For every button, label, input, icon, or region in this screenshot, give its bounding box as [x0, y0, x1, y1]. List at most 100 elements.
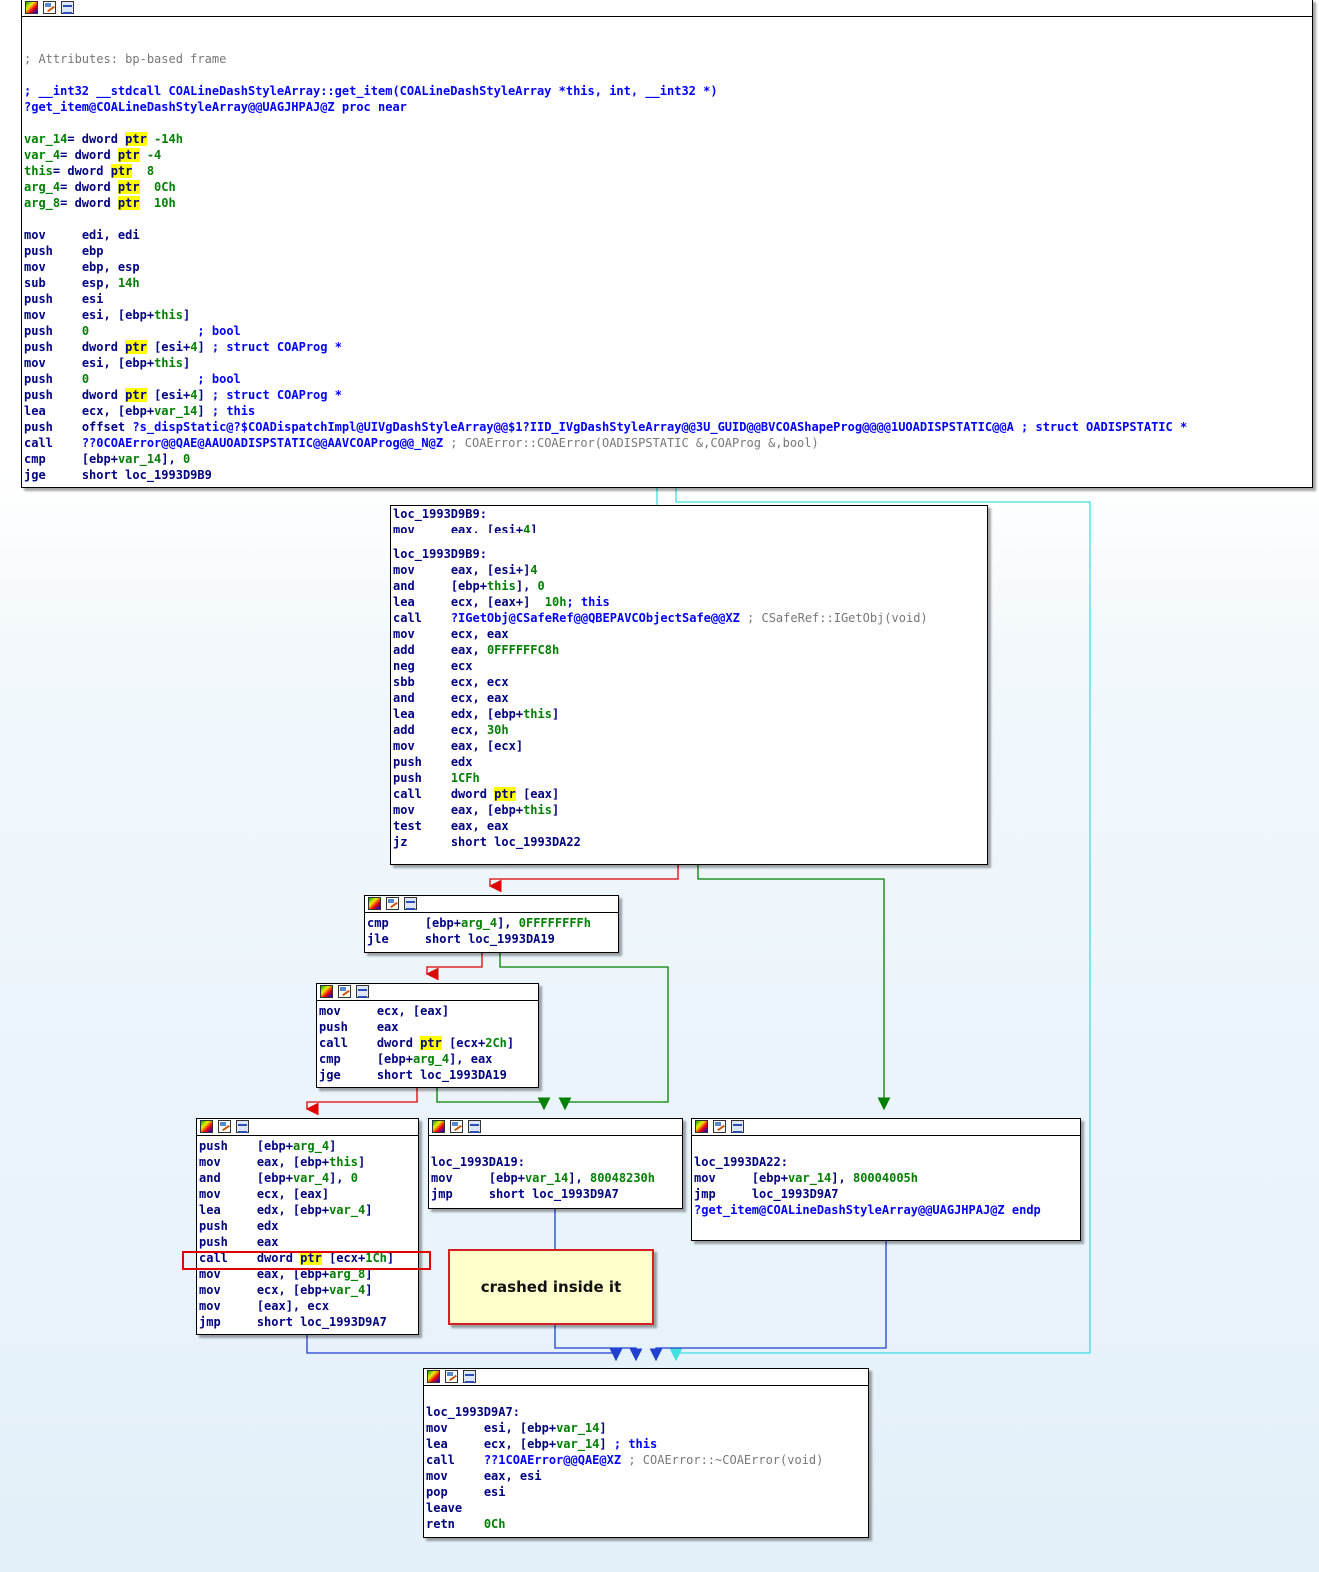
edit-icon[interactable] — [43, 1, 56, 14]
instruction-line[interactable]: jge short loc_1993D9B9 — [24, 467, 1310, 483]
instruction-line[interactable]: mov edi, edi — [24, 227, 1310, 243]
collapse-icon[interactable] — [463, 1370, 476, 1383]
instruction-line[interactable]: mov eax, [ecx] — [393, 738, 985, 754]
instruction-line[interactable]: mov ecx, [eax] — [199, 1186, 416, 1202]
collapse-icon[interactable] — [404, 897, 417, 910]
edit-icon[interactable] — [386, 897, 399, 910]
instruction-line[interactable]: lea ecx, [eax+] 10h; this — [393, 594, 985, 610]
instruction-line[interactable]: mov esi, [ebp+this] — [24, 355, 1310, 371]
graph-color-icon[interactable] — [25, 1, 38, 14]
graph-color-icon[interactable] — [368, 897, 381, 910]
instruction-line[interactable]: push edx — [393, 754, 985, 770]
instruction-line[interactable]: mov ecx, eax — [393, 626, 985, 642]
block-call-vtbl-2Ch[interactable]: mov ecx, [eax] push eax call dword ptr [ec… — [316, 983, 539, 1088]
collapse-icon[interactable] — [236, 1120, 249, 1133]
instruction-line[interactable]: jmp loc_1993D9A7 — [694, 1186, 1078, 1202]
block-loc_1993D9B9[interactable]: loc_1993D9B9: mov eax, [esi+4] loc_1993D… — [390, 505, 988, 865]
instruction-line[interactable]: mov eax, [ebp+this] — [199, 1154, 416, 1170]
collapse-icon[interactable] — [468, 1120, 481, 1133]
instruction-line[interactable]: push eax — [319, 1019, 536, 1035]
code-label[interactable]: loc_1993DA22: — [694, 1154, 1078, 1170]
instruction-line[interactable]: neg ecx — [393, 658, 985, 674]
instruction-line[interactable]: jmp short loc_1993D9A7 — [431, 1186, 680, 1202]
instruction-line[interactable]: lea ecx, [ebp+var_14] ; this — [426, 1436, 866, 1452]
instruction-line[interactable]: mov esi, [ebp+var_14] — [426, 1420, 866, 1436]
block-loc_1993DA22[interactable]: loc_1993DA22: mov [ebp+var_14], 80004005h… — [691, 1118, 1081, 1241]
edit-icon[interactable] — [713, 1120, 726, 1133]
instruction-line[interactable]: mov ecx, [eax] — [319, 1003, 536, 1019]
code-line[interactable]: var_4= dword ptr -4 — [24, 147, 1310, 163]
instruction-line[interactable]: retn 0Ch — [426, 1516, 866, 1532]
instruction-line[interactable]: leave — [426, 1500, 866, 1516]
instruction-line[interactable]: mov [ebp+var_14], 80004005h — [694, 1170, 1078, 1186]
instruction-line[interactable]: lea ecx, [ebp+var_14] ; this — [24, 403, 1310, 419]
instruction-line[interactable]: jmp short loc_1993D9A7 — [199, 1314, 416, 1330]
instruction-line[interactable]: cmp [ebp+var_14], 0 — [24, 451, 1310, 467]
instruction-line[interactable]: call ??1COAError@@QAE@XZ ; COAError::~CO… — [426, 1452, 866, 1468]
instruction-line[interactable]: push dword ptr [esi+4] ; struct COAProg … — [24, 387, 1310, 403]
instruction-line[interactable]: jge short loc_1993DA19 — [319, 1067, 536, 1083]
instruction-line[interactable]: push dword ptr [esi+4] ; struct COAProg … — [24, 339, 1310, 355]
instruction-line[interactable]: call dword ptr [eax] — [393, 786, 985, 802]
instruction-line[interactable]: and [ebp+this], 0 — [393, 578, 985, 594]
collapse-icon[interactable] — [356, 985, 369, 998]
instruction-line[interactable]: and [ebp+var_4], 0 — [199, 1170, 416, 1186]
instruction-line[interactable]: call ??0COAError@@QAE@AAUOADISPSTATIC@@A… — [24, 435, 1310, 451]
block-call-vtbl-1Ch[interactable]: push [ebp+arg_4] mov eax, [ebp+this] and [… — [196, 1118, 419, 1335]
instruction-line[interactable]: mov eax, [ebp+this] — [393, 802, 985, 818]
graph-color-icon[interactable] — [427, 1370, 440, 1383]
instruction-line[interactable]: cmp [ebp+arg_4], 0FFFFFFFFh — [367, 915, 616, 931]
instruction-line[interactable]: push ebp — [24, 243, 1310, 259]
block-loc_1993D9A7[interactable]: loc_1993D9A7: mov esi, [ebp+var_14] lea ec… — [423, 1368, 869, 1538]
instruction-line[interactable]: call ?IGetObj@CSafeRef@@QBEPAVCObjectSaf… — [393, 610, 985, 626]
graph-color-icon[interactable] — [695, 1120, 708, 1133]
code-label[interactable]: loc_1993D9A7: — [426, 1404, 866, 1420]
instruction-line[interactable]: mov eax, esi — [426, 1468, 866, 1484]
instruction-line[interactable]: mov eax, [esi+]4 — [393, 562, 985, 578]
instruction-line[interactable]: add eax, 0FFFFFFC8h — [393, 642, 985, 658]
instruction-line[interactable]: mov ebp, esp — [24, 259, 1310, 275]
instruction-line[interactable]: push 0 ; bool — [24, 323, 1310, 339]
block-loc_1993DA19[interactable]: loc_1993DA19: mov [ebp+var_14], 80048230h… — [428, 1118, 683, 1209]
instruction-line[interactable]: pop esi — [426, 1484, 866, 1500]
code-line[interactable]: arg_8= dword ptr 10h — [24, 195, 1310, 211]
code-line[interactable]: this= dword ptr 8 — [24, 163, 1310, 179]
code-line[interactable]: ; __int32 __stdcall COALineDashStyleArra… — [24, 83, 1310, 99]
entry-block[interactable]: ; Attributes: bp-based frame ; __int32 __… — [21, 0, 1313, 488]
collapse-icon[interactable] — [731, 1120, 744, 1133]
instruction-line[interactable]: push [ebp+arg_4] — [199, 1138, 416, 1154]
instruction-line[interactable]: call dword ptr [ecx+2Ch] — [319, 1035, 536, 1051]
instruction-line[interactable]: sub esp, 14h — [24, 275, 1310, 291]
instruction-line[interactable]: mov esi, [ebp+this] — [24, 307, 1310, 323]
instruction-line[interactable]: and ecx, eax — [393, 690, 985, 706]
code-line[interactable]: var_14= dword ptr -14h — [24, 131, 1310, 147]
graph-color-icon[interactable] — [432, 1120, 445, 1133]
graph-color-icon[interactable] — [200, 1120, 213, 1133]
instruction-line[interactable]: push esi — [24, 291, 1310, 307]
instruction-line[interactable]: push offset ?s_dispStatic@?$COADispatchI… — [24, 419, 1310, 435]
instruction-line[interactable]: add ecx, 30h — [393, 722, 985, 738]
instruction-line[interactable]: sbb ecx, ecx — [393, 674, 985, 690]
code-line[interactable]: ; Attributes: bp-based frame — [24, 51, 1310, 67]
instruction-line[interactable]: test eax, eax — [393, 818, 985, 834]
graph-color-icon[interactable] — [320, 985, 333, 998]
collapse-icon[interactable] — [61, 1, 74, 14]
instruction-line[interactable]: cmp [ebp+arg_4], eax — [319, 1051, 536, 1067]
edit-icon[interactable] — [338, 985, 351, 998]
instruction-line[interactable]: push 0 ; bool — [24, 371, 1310, 387]
code-label[interactable]: loc_1993D9B9: — [393, 546, 985, 562]
instruction-line[interactable]: mov [ebp+var_14], 80048230h — [431, 1170, 680, 1186]
instruction-line[interactable]: mov ecx, [ebp+var_4] — [199, 1282, 416, 1298]
instruction-line[interactable]: push 1CFh — [393, 770, 985, 786]
instruction-line[interactable]: push eax — [199, 1234, 416, 1250]
edit-icon[interactable] — [218, 1120, 231, 1133]
instruction-line[interactable]: push edx — [199, 1218, 416, 1234]
code-line[interactable]: arg_4= dword ptr 0Ch — [24, 179, 1310, 195]
instruction-line[interactable]: jz short loc_1993DA22 — [393, 834, 985, 850]
instruction-line[interactable]: lea edx, [ebp+var_4] — [199, 1202, 416, 1218]
edit-icon[interactable] — [445, 1370, 458, 1383]
code-line[interactable]: ?get_item@COALineDashStyleArray@@UAGJHPA… — [24, 99, 1310, 115]
block-cmp-arg4[interactable]: cmp [ebp+arg_4], 0FFFFFFFFh jle short loc… — [364, 895, 619, 953]
code-label[interactable]: loc_1993DA19: — [431, 1154, 680, 1170]
instruction-line[interactable]: lea edx, [ebp+this] — [393, 706, 985, 722]
